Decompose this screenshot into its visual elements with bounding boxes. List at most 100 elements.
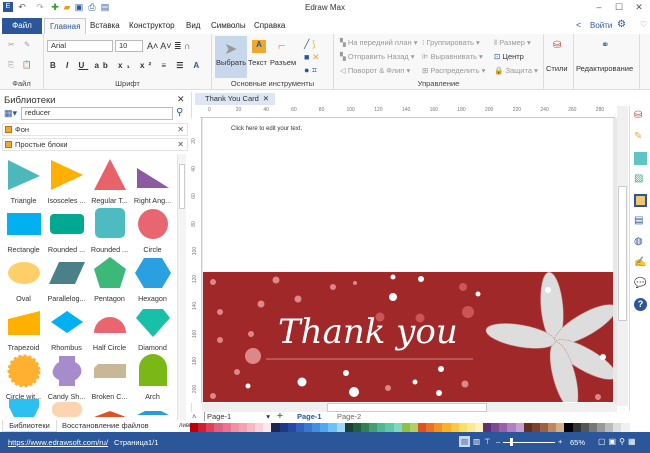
- layers-icon[interactable]: [634, 194, 647, 207]
- collapse-ribbon-icon[interactable]: ♡: [640, 20, 647, 29]
- font-name-select[interactable]: Arial: [47, 40, 113, 52]
- font-size-select[interactable]: 10: [115, 40, 143, 52]
- text-tool-button[interactable]: A Текст: [248, 36, 270, 78]
- scroll-thumb[interactable]: [327, 403, 487, 412]
- shape-hexagon[interactable]: Hexagon: [131, 252, 174, 303]
- shape-triangle[interactable]: Triangle: [2, 154, 45, 205]
- editing-button[interactable]: ⚭ Редактирование: [574, 34, 640, 90]
- connector-tool-button[interactable]: ⌐ Разъем: [270, 36, 298, 78]
- shape-partial[interactable]: [45, 399, 87, 420]
- shape-rounded-[interactable]: Rounded ...: [45, 203, 88, 254]
- tab-file[interactable]: Файл: [2, 18, 42, 34]
- shape-tools[interactable]: ╱ ⟆ ■ ✕ ● ⌗: [304, 38, 319, 77]
- search-icon[interactable]: ⚲: [176, 107, 183, 118]
- shape-arch[interactable]: Arch: [131, 350, 174, 401]
- share-icon[interactable]: <: [576, 20, 581, 30]
- shadow-icon[interactable]: [634, 152, 647, 165]
- shape-partial[interactable]: [2, 399, 44, 420]
- color-swatch[interactable]: [580, 423, 589, 432]
- format-buttons[interactable]: B I U ab x₁ x² ≡ ☰ A: [50, 61, 203, 70]
- color-swatch[interactable]: [385, 423, 394, 432]
- vertical-scrollbar[interactable]: [617, 106, 628, 406]
- copy-icon[interactable]: ⎘: [8, 60, 14, 70]
- tab-design[interactable]: Конструктор: [124, 18, 180, 34]
- color-swatch[interactable]: [263, 423, 272, 432]
- color-swatch[interactable]: [328, 423, 337, 432]
- color-swatch[interactable]: [491, 423, 500, 432]
- tab-file-recovery[interactable]: Восстановление файлов: [62, 420, 149, 431]
- color-swatch[interactable]: [255, 423, 264, 432]
- help-icon[interactable]: ?: [634, 298, 647, 311]
- styles-button[interactable]: ⛁ Стили: [544, 34, 574, 90]
- presentation-icon[interactable]: ⊤: [484, 437, 491, 446]
- minimize-button[interactable]: –: [594, 2, 604, 12]
- color-swatch[interactable]: [287, 423, 296, 432]
- select-tool-button[interactable]: ➤ Выбрать: [215, 36, 247, 78]
- horizontal-scrollbar[interactable]: [202, 403, 617, 412]
- color-swatch[interactable]: [548, 423, 557, 432]
- color-swatch[interactable]: [344, 423, 353, 432]
- shape-pentagon[interactable]: Pentagon: [88, 252, 131, 303]
- paste-icon[interactable]: 📋: [22, 60, 31, 69]
- login-link[interactable]: Войти: [590, 21, 612, 30]
- color-swatch[interactable]: [507, 423, 516, 432]
- fill-icon[interactable]: ⛁: [634, 110, 647, 123]
- align-button[interactable]: ⊫ Выравнивать ▾: [422, 52, 483, 61]
- cut-icon[interactable]: ✂: [8, 40, 14, 49]
- library-section-basic[interactable]: Простые блоки ✕: [2, 138, 188, 151]
- card-title[interactable]: Thank you: [278, 312, 458, 352]
- color-palette[interactable]: [190, 423, 630, 432]
- color-swatch[interactable]: [442, 423, 451, 432]
- library-section-background[interactable]: Фон ✕: [2, 123, 188, 136]
- color-swatch[interactable]: [597, 423, 606, 432]
- shape-candy-sh-[interactable]: Candy Sh...: [45, 350, 88, 401]
- color-swatch[interactable]: [499, 423, 508, 432]
- color-swatch[interactable]: [369, 423, 378, 432]
- color-swatch[interactable]: [613, 423, 622, 432]
- color-swatch[interactable]: [214, 423, 223, 432]
- center-button[interactable]: ⊡ Центр: [494, 52, 524, 61]
- shape-regular-t-[interactable]: Regular T...: [88, 154, 131, 205]
- send-back-button[interactable]: ▚ Отправить Назад ▾: [340, 52, 414, 61]
- color-swatch[interactable]: [474, 423, 484, 432]
- color-swatch[interactable]: [377, 423, 386, 432]
- color-swatch[interactable]: [588, 423, 598, 432]
- format-painter-icon[interactable]: ✎: [24, 40, 30, 49]
- color-swatch[interactable]: [564, 423, 573, 432]
- color-swatch[interactable]: [466, 423, 475, 432]
- color-swatch[interactable]: [556, 423, 565, 432]
- protect-button[interactable]: 🔒 Защита ▾: [494, 66, 538, 75]
- scroll-thumb[interactable]: [179, 164, 185, 209]
- shape-oval[interactable]: Oval: [2, 252, 45, 303]
- add-page-button[interactable]: +: [277, 411, 283, 422]
- group-button[interactable]: ⁝ Группировать ▾: [422, 38, 480, 47]
- color-swatch[interactable]: [279, 423, 288, 432]
- shape-rhombus[interactable]: Rhombus: [45, 301, 88, 352]
- color-swatch[interactable]: [515, 423, 524, 432]
- color-swatch[interactable]: [417, 423, 427, 432]
- color-swatch[interactable]: [246, 423, 256, 432]
- shape-isosceles-[interactable]: Isosceles ...: [45, 154, 88, 205]
- page[interactable]: Click here to edit your text. Thank you: [203, 118, 613, 403]
- tab-libraries[interactable]: Библиотеки: [2, 420, 57, 432]
- color-swatch[interactable]: [434, 423, 443, 432]
- shape-trapezoid[interactable]: Trapezoid: [2, 301, 45, 352]
- shape-diamond[interactable]: Diamond: [131, 301, 174, 352]
- scroll-thumb[interactable]: [618, 186, 627, 321]
- page-selector[interactable]: Page-1 ▾: [204, 412, 270, 421]
- expand-icon[interactable]: ˄: [192, 412, 196, 421]
- color-swatch[interactable]: [393, 423, 402, 432]
- color-swatch[interactable]: [222, 423, 231, 432]
- card-banner[interactable]: Thank you: [203, 272, 613, 402]
- color-swatch[interactable]: [271, 423, 280, 432]
- color-swatch[interactable]: [426, 423, 435, 432]
- zoom-slider-thumb[interactable]: [510, 438, 513, 446]
- size-button[interactable]: ‖ Размер ▾: [494, 38, 531, 47]
- zoom-level[interactable]: 65%: [570, 438, 585, 447]
- color-swatch[interactable]: [458, 423, 467, 432]
- page-tab-1[interactable]: Page-1: [297, 412, 322, 421]
- color-swatch[interactable]: [621, 423, 630, 432]
- tab-home[interactable]: Главная: [44, 18, 87, 34]
- bring-front-button[interactable]: ▚ На передний план ▾: [340, 38, 418, 47]
- library-search-input[interactable]: reducer: [21, 107, 173, 120]
